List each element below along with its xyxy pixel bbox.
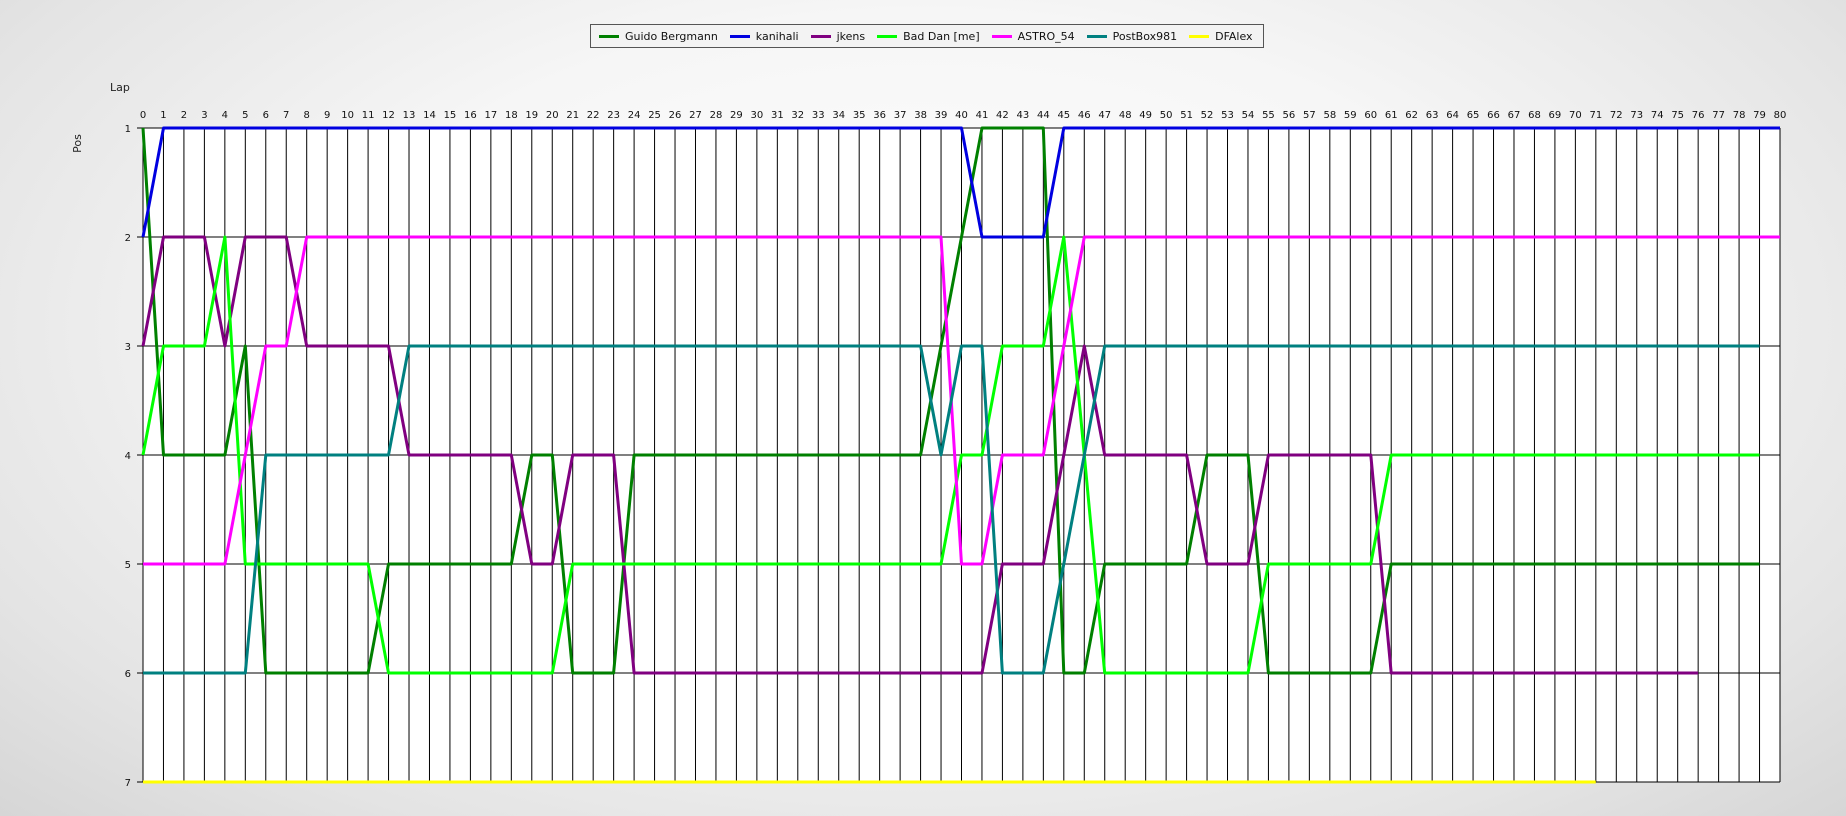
x-tick-label: 49 bbox=[1139, 110, 1152, 121]
x-tick-label: 32 bbox=[791, 110, 804, 121]
x-tick-label: 60 bbox=[1364, 110, 1377, 121]
x-tick-label: 20 bbox=[546, 110, 559, 121]
x-tick-label: 47 bbox=[1098, 110, 1111, 121]
x-tick-label: 55 bbox=[1262, 110, 1275, 121]
y-tick-label: 4 bbox=[125, 451, 131, 462]
x-tick-label: 7 bbox=[283, 110, 289, 121]
x-tick-label: 24 bbox=[628, 110, 641, 121]
x-tick-label: 44 bbox=[1037, 110, 1050, 121]
x-tick-label: 16 bbox=[464, 110, 477, 121]
x-tick-label: 31 bbox=[771, 110, 784, 121]
x-tick-label: 75 bbox=[1671, 110, 1684, 121]
x-tick-label: 17 bbox=[484, 110, 497, 121]
x-tick-label: 21 bbox=[566, 110, 579, 121]
x-tick-label: 8 bbox=[304, 110, 310, 121]
x-tick-label: 50 bbox=[1160, 110, 1173, 121]
x-tick-label: 48 bbox=[1119, 110, 1132, 121]
x-tick-label: 30 bbox=[751, 110, 764, 121]
x-tick-label: 65 bbox=[1467, 110, 1480, 121]
x-tick-label: 64 bbox=[1446, 110, 1459, 121]
x-tick-label: 0 bbox=[140, 110, 146, 121]
lap-position-chart: 0 1 2 3 4 5 6 7 8 9 10 11 12 13 14 15 16 17 18 19 20 21 22 23 24… bbox=[125, 110, 1787, 789]
x-tick-label: 51 bbox=[1180, 110, 1193, 121]
y-tick-label: 5 bbox=[125, 560, 131, 571]
x-tick-label: 2 bbox=[181, 110, 187, 121]
x-tick-label: 61 bbox=[1385, 110, 1398, 121]
x-tick-label: 43 bbox=[1017, 110, 1030, 121]
x-tick-label: 22 bbox=[587, 110, 600, 121]
x-tick-label: 36 bbox=[873, 110, 886, 121]
x-tick-label: 14 bbox=[423, 110, 436, 121]
x-tick-label: 18 bbox=[505, 110, 518, 121]
x-tick-label: 1 bbox=[160, 110, 166, 121]
x-tick-label: 25 bbox=[648, 110, 661, 121]
x-tick-label: 77 bbox=[1712, 110, 1725, 121]
x-tick-label: 29 bbox=[730, 110, 743, 121]
x-tick-label: 54 bbox=[1242, 110, 1255, 121]
x-tick-label: 26 bbox=[669, 110, 682, 121]
x-tick-label: 12 bbox=[382, 110, 395, 121]
x-tick-label: 73 bbox=[1630, 110, 1643, 121]
x-tick-label: 5 bbox=[242, 110, 248, 121]
x-tick-label: 39 bbox=[935, 110, 948, 121]
x-tick-label: 63 bbox=[1426, 110, 1439, 121]
x-tick-label: 45 bbox=[1057, 110, 1070, 121]
x-tick-label: 56 bbox=[1283, 110, 1296, 121]
y-tick-label: 7 bbox=[125, 778, 131, 789]
x-tick-label: 42 bbox=[996, 110, 1009, 121]
x-tick-label: 58 bbox=[1323, 110, 1336, 121]
x-tick-label: 13 bbox=[403, 110, 416, 121]
x-tick-label: 53 bbox=[1221, 110, 1234, 121]
x-tick-label: 40 bbox=[955, 110, 968, 121]
x-tick-label: 76 bbox=[1692, 110, 1705, 121]
x-tick-label: 4 bbox=[222, 110, 228, 121]
x-tick-label: 3 bbox=[201, 110, 207, 121]
x-tick-label: 27 bbox=[689, 110, 702, 121]
x-tick-label: 71 bbox=[1589, 110, 1602, 121]
x-tick-label: 66 bbox=[1487, 110, 1500, 121]
x-tick-label: 62 bbox=[1405, 110, 1418, 121]
x-tick-label: 6 bbox=[263, 110, 269, 121]
x-tick-label: 23 bbox=[607, 110, 620, 121]
x-tick-label: 69 bbox=[1549, 110, 1562, 121]
x-tick-label: 79 bbox=[1753, 110, 1766, 121]
x-tick-label: 28 bbox=[710, 110, 723, 121]
x-tick-label: 11 bbox=[362, 110, 375, 121]
x-tick-label: 68 bbox=[1528, 110, 1541, 121]
x-tick-label: 41 bbox=[976, 110, 989, 121]
y-tick-label: 2 bbox=[125, 233, 131, 244]
x-tick-label: 15 bbox=[444, 110, 457, 121]
x-tick-label: 38 bbox=[914, 110, 927, 121]
x-tick-label: 33 bbox=[812, 110, 825, 121]
y-tick-label: 6 bbox=[125, 669, 131, 680]
x-tick-label: 74 bbox=[1651, 110, 1664, 121]
x-tick-label: 9 bbox=[324, 110, 330, 121]
x-tick-label: 52 bbox=[1201, 110, 1214, 121]
x-tick-label: 70 bbox=[1569, 110, 1582, 121]
y-tick-label: 1 bbox=[125, 124, 131, 135]
x-tick-label: 57 bbox=[1303, 110, 1316, 121]
x-tick-label: 34 bbox=[832, 110, 845, 121]
x-tick-label: 35 bbox=[853, 110, 866, 121]
x-tick-label: 72 bbox=[1610, 110, 1623, 121]
x-tick-label: 78 bbox=[1733, 110, 1746, 121]
x-tick-label: 37 bbox=[894, 110, 907, 121]
x-tick-label: 10 bbox=[341, 110, 354, 121]
y-tick-label: 3 bbox=[125, 342, 131, 353]
x-tick-label: 59 bbox=[1344, 110, 1357, 121]
x-tick-label: 67 bbox=[1508, 110, 1521, 121]
x-tick-label: 46 bbox=[1078, 110, 1091, 121]
x-tick-label: 80 bbox=[1774, 110, 1787, 121]
x-tick-label: 19 bbox=[525, 110, 538, 121]
